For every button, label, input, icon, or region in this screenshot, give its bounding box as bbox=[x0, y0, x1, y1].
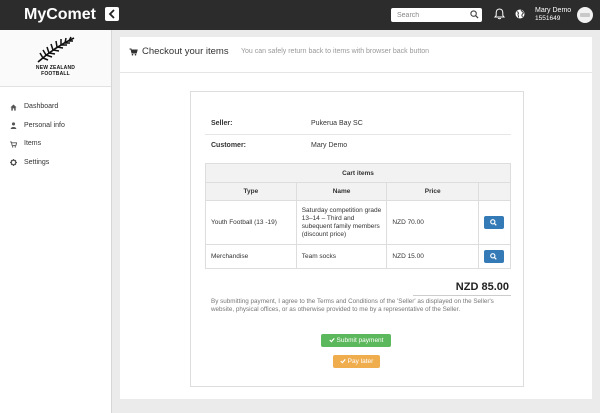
divider bbox=[120, 72, 592, 73]
item-price: NZD 70.00 bbox=[386, 200, 479, 245]
seller-row: Seller: Pukerua Bay SC bbox=[205, 113, 511, 134]
sidebar: NEW ZEALAND FOOTBALL Dashboard Personal … bbox=[0, 30, 112, 413]
column-header-name: Name bbox=[295, 182, 388, 201]
main-content: Checkout your items You can safely retur… bbox=[120, 37, 592, 399]
cart-caption: Cart items bbox=[205, 163, 511, 183]
cart-icon bbox=[10, 140, 17, 148]
customer-row: Customer: Mary Demo bbox=[205, 134, 511, 155]
table-row: Merchandise Team socks NZD 15.00 bbox=[205, 244, 512, 269]
view-item-button[interactable] bbox=[484, 250, 505, 263]
table-row: Youth Football (13 -19) Saturday competi… bbox=[205, 200, 512, 245]
view-item-button[interactable] bbox=[484, 216, 505, 229]
sidebar-item-items[interactable]: Items bbox=[0, 135, 111, 154]
cart-table: Cart items Type Name Price Youth Footbal… bbox=[205, 163, 512, 269]
user-name[interactable]: Mary Demo bbox=[535, 7, 571, 15]
app-brand[interactable]: MyComet bbox=[0, 0, 112, 30]
search-icon bbox=[490, 253, 498, 260]
search-icon[interactable] bbox=[470, 10, 479, 19]
sidebar-item-label: Items bbox=[24, 140, 42, 147]
item-type: Youth Football (13 -19) bbox=[205, 200, 297, 245]
silver-fern-icon bbox=[37, 36, 75, 63]
page-title: Checkout your items bbox=[142, 46, 229, 57]
pay-later-label: Pay later bbox=[347, 358, 374, 365]
check-icon bbox=[339, 358, 346, 364]
organization-logo: NEW ZEALAND FOOTBALL bbox=[0, 30, 111, 87]
seller-value: Pukerua Bay SC bbox=[311, 120, 363, 127]
page-subtitle: You can safely return back to items with… bbox=[241, 48, 430, 55]
customer-value: Mary Demo bbox=[311, 142, 348, 149]
column-header-action bbox=[477, 182, 512, 201]
check-icon bbox=[328, 337, 335, 343]
terms-text: By submitting payment, I agree to the Te… bbox=[211, 298, 494, 313]
cart-icon bbox=[129, 48, 138, 56]
pay-later-button[interactable]: Pay later bbox=[333, 355, 380, 368]
top-bar: MyComet Mary Demo 1551649 bbox=[0, 0, 600, 30]
seller-label: Seller: bbox=[211, 120, 233, 127]
submit-payment-button[interactable]: Submit payment bbox=[321, 334, 391, 347]
item-name: Saturday competition grade 13–14 – Third… bbox=[295, 200, 388, 245]
user-icon bbox=[10, 122, 17, 129]
column-header-price: Price bbox=[386, 182, 479, 201]
cart-total: NZD 85.00 bbox=[455, 281, 509, 293]
sidebar-item-settings[interactable]: Settings bbox=[0, 154, 111, 173]
total-underline bbox=[413, 295, 511, 296]
submit-payment-label: Submit payment bbox=[336, 337, 384, 344]
column-header-type: Type bbox=[205, 182, 297, 201]
search-icon bbox=[490, 219, 498, 226]
dashboard-icon bbox=[10, 103, 17, 111]
globe-icon[interactable] bbox=[515, 9, 525, 19]
cart-caption-row: Cart items bbox=[205, 163, 511, 183]
avatar-logo-icon bbox=[580, 13, 590, 17]
sidebar-item-personal-info[interactable]: Personal info bbox=[0, 117, 111, 136]
search-box bbox=[391, 8, 482, 22]
avatar[interactable] bbox=[577, 7, 593, 23]
bell-icon[interactable] bbox=[494, 8, 505, 20]
customer-label: Customer: bbox=[211, 142, 247, 149]
chevron-left-icon bbox=[108, 9, 115, 19]
item-price: NZD 15.00 bbox=[386, 244, 479, 269]
sidebar-item-dashboard[interactable]: Dashboard bbox=[0, 98, 111, 117]
item-action-cell bbox=[477, 200, 512, 245]
checkout-panel: Seller: Pukerua Bay SC Customer: Mary De… bbox=[190, 91, 524, 387]
item-type: Merchandise bbox=[205, 244, 297, 269]
search-input[interactable] bbox=[391, 8, 466, 22]
sidebar-item-label: Settings bbox=[24, 158, 50, 166]
gear-icon bbox=[10, 159, 17, 166]
item-name: Team socks bbox=[295, 244, 388, 269]
user-id: 1551649 bbox=[535, 15, 561, 22]
sidebar-nav: Dashboard Personal info Items Settings bbox=[0, 98, 111, 172]
logo-text: NEW ZEALAND FOOTBALL bbox=[0, 65, 111, 77]
item-action-cell bbox=[477, 244, 512, 269]
sidebar-toggle-button[interactable] bbox=[105, 7, 119, 21]
sidebar-item-label: Dashboard bbox=[24, 103, 59, 110]
sidebar-item-label: Personal info bbox=[24, 121, 65, 129]
logo-line-2: FOOTBALL bbox=[41, 71, 70, 77]
cart-header-row: Type Name Price bbox=[205, 182, 512, 201]
